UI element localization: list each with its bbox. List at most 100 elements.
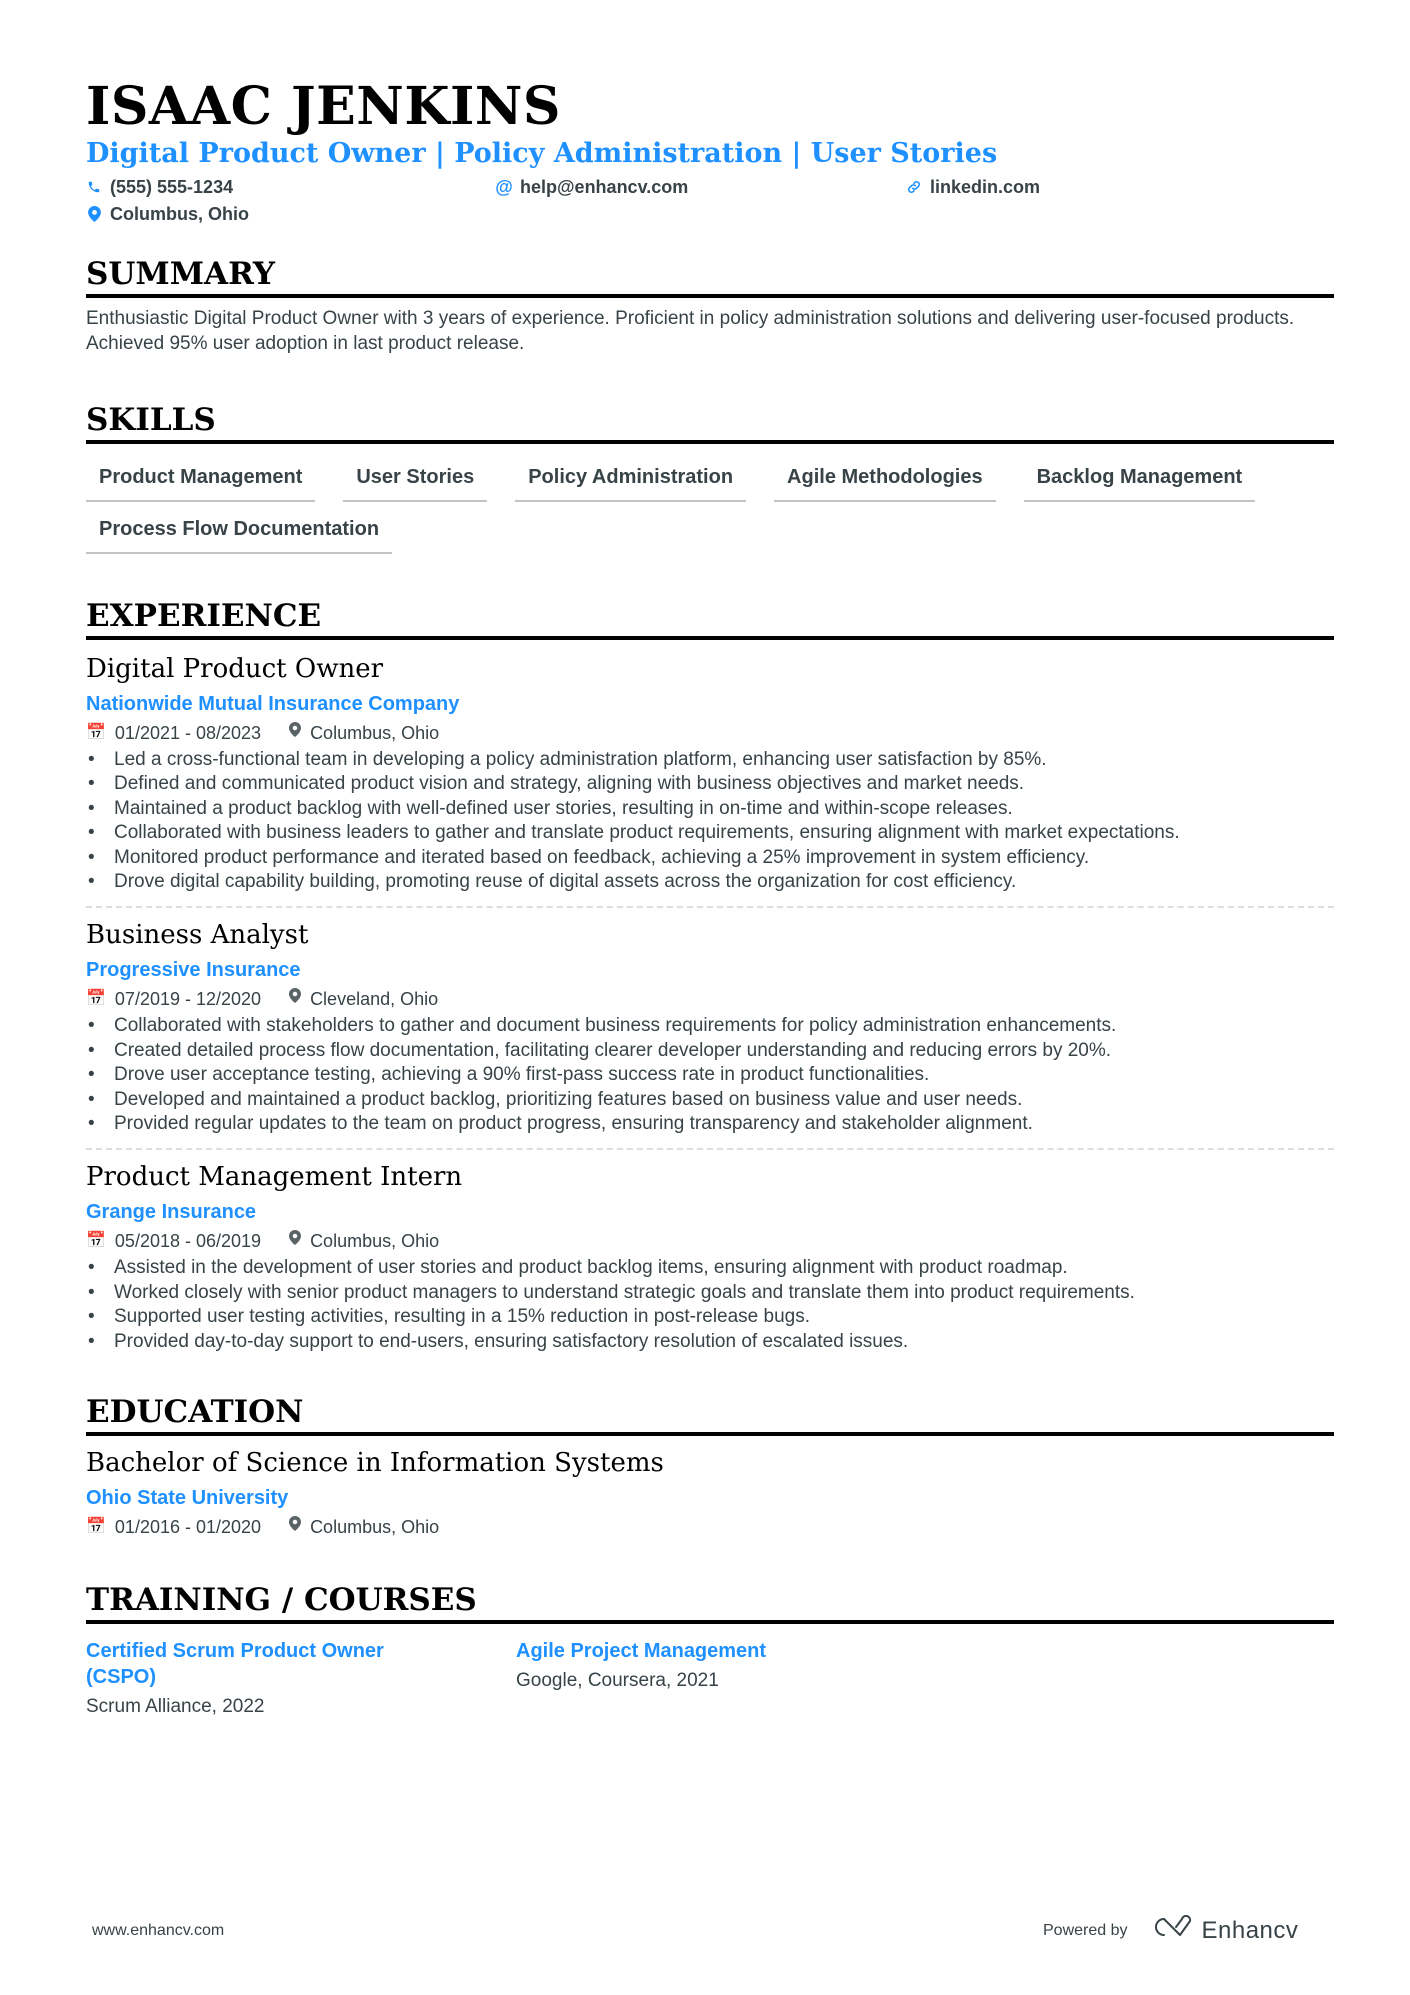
resume-header: ISAAC JENKINS Digital Product Owner | Po… <box>86 76 1334 230</box>
job-meta: 📅 05/2018 - 06/2019 Columbus, Ohio <box>86 1228 1334 1254</box>
enhancv-logo-icon <box>1150 1914 1194 1946</box>
skill-tag: Backlog Management <box>1023 458 1256 502</box>
bullet-item: Created detailed process flow documentat… <box>86 1039 1334 1064</box>
enhancv-logo[interactable]: Enhancv <box>1150 1914 1299 1946</box>
skill-tag: User Stories <box>343 458 488 502</box>
job-entry: Business Analyst Progressive Insurance 📅… <box>86 918 1334 1136</box>
experience-heading: EXPERIENCE <box>86 596 1334 640</box>
training-item: Certified Scrum Product Owner (CSPO) Scr… <box>86 1638 516 1720</box>
school-name: Ohio State University <box>86 1487 289 1510</box>
company-name: Grange Insurance <box>86 1201 257 1224</box>
calendar-icon: 📅 <box>86 1232 106 1250</box>
calendar-icon: 📅 <box>86 1518 106 1536</box>
job-meta: 📅 01/2021 - 08/2023 Columbus, Ohio <box>86 720 1334 746</box>
job-title: Digital Product Owner <box>86 654 384 684</box>
training-item: Agile Project Management Google, Courser… <box>516 1638 946 1720</box>
job-bullets: Led a cross-functional team in developin… <box>86 748 1334 895</box>
training-section: TRAINING / COURSES Certified Scrum Produ… <box>86 1580 1334 1720</box>
job-title: Business Analyst <box>86 920 309 951</box>
bullet-item: Defined and communicated product vision … <box>86 772 1334 797</box>
job-dates: 05/2018 - 06/2019 <box>114 1231 262 1252</box>
bullet-item: Monitored product performance and iterat… <box>86 846 1334 871</box>
calendar-icon: 📅 <box>86 724 106 741</box>
location-value: Columbus, Ohio <box>110 204 249 224</box>
job-bullets: Collaborated with stakeholders to gather… <box>86 1014 1334 1136</box>
job-location: Columbus, Ohio <box>310 723 440 743</box>
bullet-item: Drove digital capability building, promo… <box>86 870 1334 895</box>
location-pin-icon <box>289 720 302 746</box>
calendar-icon: 📅 <box>86 990 106 1008</box>
training-title: Certified Scrum Product Owner (CSPO) <box>86 1640 384 1689</box>
education-entry: Bachelor of Science in Information Syste… <box>86 1446 1334 1540</box>
bullet-item: Collaborated with business leaders to ga… <box>86 821 1334 846</box>
job-title: Product Management Intern <box>86 1162 463 1193</box>
skill-tag: Process Flow Documentation <box>86 510 393 554</box>
enhancv-brand-text: Enhancv <box>1201 1916 1299 1944</box>
training-heading: TRAINING / COURSES <box>86 1580 1334 1625</box>
job-location: Columbus, Ohio <box>310 1231 440 1252</box>
bullet-item: Assisted in the development of user stor… <box>86 1256 1334 1281</box>
candidate-headline: Digital Product Owner | Policy Administr… <box>86 138 998 169</box>
education-section: EDUCATION Bachelor of Science in Informa… <box>86 1392 1334 1540</box>
education-meta: 📅 01/2016 - 01/2020 Columbus, Ohio <box>86 1514 1334 1540</box>
job-dates: 01/2021 - 08/2023 <box>114 723 262 743</box>
skills-heading: SKILLS <box>86 400 1334 444</box>
location-pin-icon <box>86 206 102 222</box>
job-divider <box>86 906 1334 909</box>
company-name: Progressive Insurance <box>86 959 301 982</box>
training-provider: Scrum Alliance, 2022 <box>86 1696 265 1718</box>
phone-icon <box>86 180 102 194</box>
website-value[interactable]: linkedin.com <box>930 174 1040 200</box>
skills-section: SKILLS Product Management User Stories P… <box>86 400 1334 554</box>
bullet-item: Drove user acceptance testing, achieving… <box>86 1063 1334 1088</box>
experience-section: EXPERIENCE Digital Product Owner Nationw… <box>86 596 1334 1355</box>
summary-section: SUMMARY Enthusiastic Digital Product Own… <box>86 254 1334 356</box>
bullet-item: Worked closely with senior product manag… <box>86 1281 1334 1306</box>
contact-website[interactable]: linkedin.com <box>906 174 1040 200</box>
bullet-item: Provided day-to-day support to end-users… <box>86 1330 1334 1355</box>
skills-list: Product Management User Stories Policy A… <box>86 458 1334 554</box>
job-bullets: Assisted in the development of user stor… <box>86 1256 1334 1354</box>
location-pin-icon <box>289 1228 302 1254</box>
summary-text: Enthusiastic Digital Product Owner with … <box>86 308 1295 354</box>
job-entry: Digital Product Owner Nationwide Mutual … <box>86 652 1334 895</box>
company-name: Nationwide Mutual Insurance Company <box>86 693 460 715</box>
email-value[interactable]: help@enhancv.com <box>520 174 688 200</box>
job-dates: 07/2019 - 12/2020 <box>114 989 262 1010</box>
contact-phone: (555) 555-1234 <box>86 174 233 200</box>
bullet-item: Led a cross-functional team in developin… <box>86 748 1334 773</box>
powered-by-label: Powered by <box>1043 1921 1128 1939</box>
footer-powered-by: Powered by Enhancv <box>1043 1914 1299 1946</box>
job-location: Cleveland, Ohio <box>310 989 439 1010</box>
education-location: Columbus, Ohio <box>310 1517 440 1538</box>
bullet-item: Developed and maintained a product backl… <box>86 1088 1334 1113</box>
training-title: Agile Project Management <box>516 1640 767 1663</box>
location-pin-icon <box>289 986 302 1012</box>
education-dates: 01/2016 - 01/2020 <box>114 1517 262 1538</box>
skill-tag: Policy Administration <box>515 458 747 502</box>
contact-location: Columbus, Ohio <box>86 201 249 227</box>
training-list: Certified Scrum Product Owner (CSPO) Scr… <box>86 1638 1334 1720</box>
candidate-name: ISAAC JENKINS <box>86 76 561 137</box>
bullet-item: Maintained a product backlog with well-d… <box>86 797 1334 822</box>
degree-title: Bachelor of Science in Information Syste… <box>86 1448 664 1479</box>
skill-tag: Product Management <box>86 458 316 502</box>
bullet-item: Supported user testing activities, resul… <box>86 1305 1334 1330</box>
contact-info: (555) 555-1234 @ help@enhancv.com linked… <box>86 174 1334 230</box>
education-heading: EDUCATION <box>86 1392 1334 1437</box>
training-provider: Google, Coursera, 2021 <box>516 1670 719 1692</box>
resume-page: ISAAC JENKINS Digital Product Owner | Po… <box>86 76 1334 1720</box>
footer-website[interactable]: www.enhancv.com <box>92 1922 224 1940</box>
job-divider <box>86 1148 1334 1151</box>
contact-email[interactable]: @ help@enhancv.com <box>495 174 688 200</box>
summary-heading: SUMMARY <box>86 254 1334 298</box>
skill-tag: Agile Methodologies <box>774 458 996 502</box>
job-entry: Product Management Intern Grange Insuran… <box>86 1160 1334 1354</box>
phone-value: (555) 555-1234 <box>110 177 234 197</box>
bullet-item: Collaborated with stakeholders to gather… <box>86 1014 1334 1039</box>
at-icon: @ <box>495 177 513 197</box>
link-icon <box>906 179 922 195</box>
location-pin-icon <box>289 1514 302 1540</box>
bullet-item: Provided regular updates to the team on … <box>86 1112 1334 1137</box>
job-meta: 📅 07/2019 - 12/2020 Cleveland, Ohio <box>86 986 1334 1012</box>
